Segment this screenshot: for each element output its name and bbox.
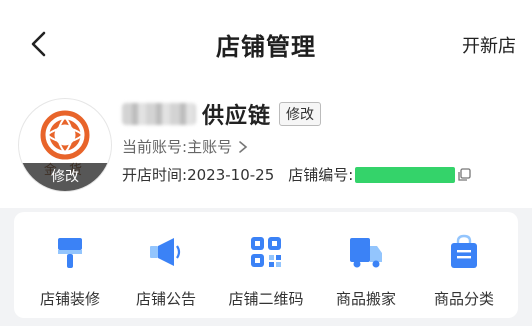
shop-name-row: 供应链 修改 [122,98,322,130]
open-time-row: 开店时间: 2023-10-25 店铺编号: [122,164,471,185]
avatar-edit-overlay[interactable]: 修改 [19,163,111,191]
tool-label: 店铺二维码 [228,290,304,308]
shop-tools-panel: 店铺装修 店铺公告 店铺二维码 商品搬家 商品分类 [14,212,518,318]
shop-logo-icon [40,110,90,160]
tool-shop-qrcode[interactable]: 店铺二维码 [218,232,314,312]
page-title: 店铺管理 [216,33,316,61]
open-time-value: 2023-10-25 [187,165,275,184]
account-value: 主账号 [187,138,233,156]
tool-label: 店铺装修 [39,290,100,308]
delivery-truck-icon [350,238,382,268]
blurred-shop-name [122,103,196,125]
tool-label: 店铺公告 [135,290,196,308]
shopping-bag-icon [451,234,477,268]
megaphone-icon [150,238,181,266]
top-nav-bar: 店铺管理 开新店 [0,0,532,88]
edit-shop-name-button[interactable]: 修改 [279,102,322,126]
shop-avatar[interactable]: 金 货 修改 [18,98,112,192]
current-account-row[interactable]: 当前账号: 主账号 [122,136,250,157]
account-label: 当前账号: [122,138,188,156]
tool-shop-announcement[interactable]: 店铺公告 [118,232,214,312]
tool-label: 商品搬家 [335,290,396,308]
paint-brush-icon [58,238,82,268]
tool-label: 商品分类 [433,290,494,308]
tool-shop-decoration[interactable]: 店铺装修 [22,232,118,312]
shop-code-label: 店铺编号: [288,166,354,184]
shop-info-card: 金 货 修改 供应链 修改 当前账号: 主账号 开店时间: 2023-10-25… [0,88,532,208]
shop-name: 供应链 [202,104,272,129]
open-new-shop-button[interactable]: 开新店 [462,32,516,58]
tool-product-category[interactable]: 商品分类 [416,232,512,312]
open-time-label: 开店时间: [122,166,188,184]
chevron-right-icon [239,140,248,153]
redacted-shop-code [355,166,456,183]
tool-product-migration[interactable]: 商品搬家 [318,232,414,312]
qr-code-icon [251,237,281,267]
copy-icon[interactable] [457,167,471,182]
